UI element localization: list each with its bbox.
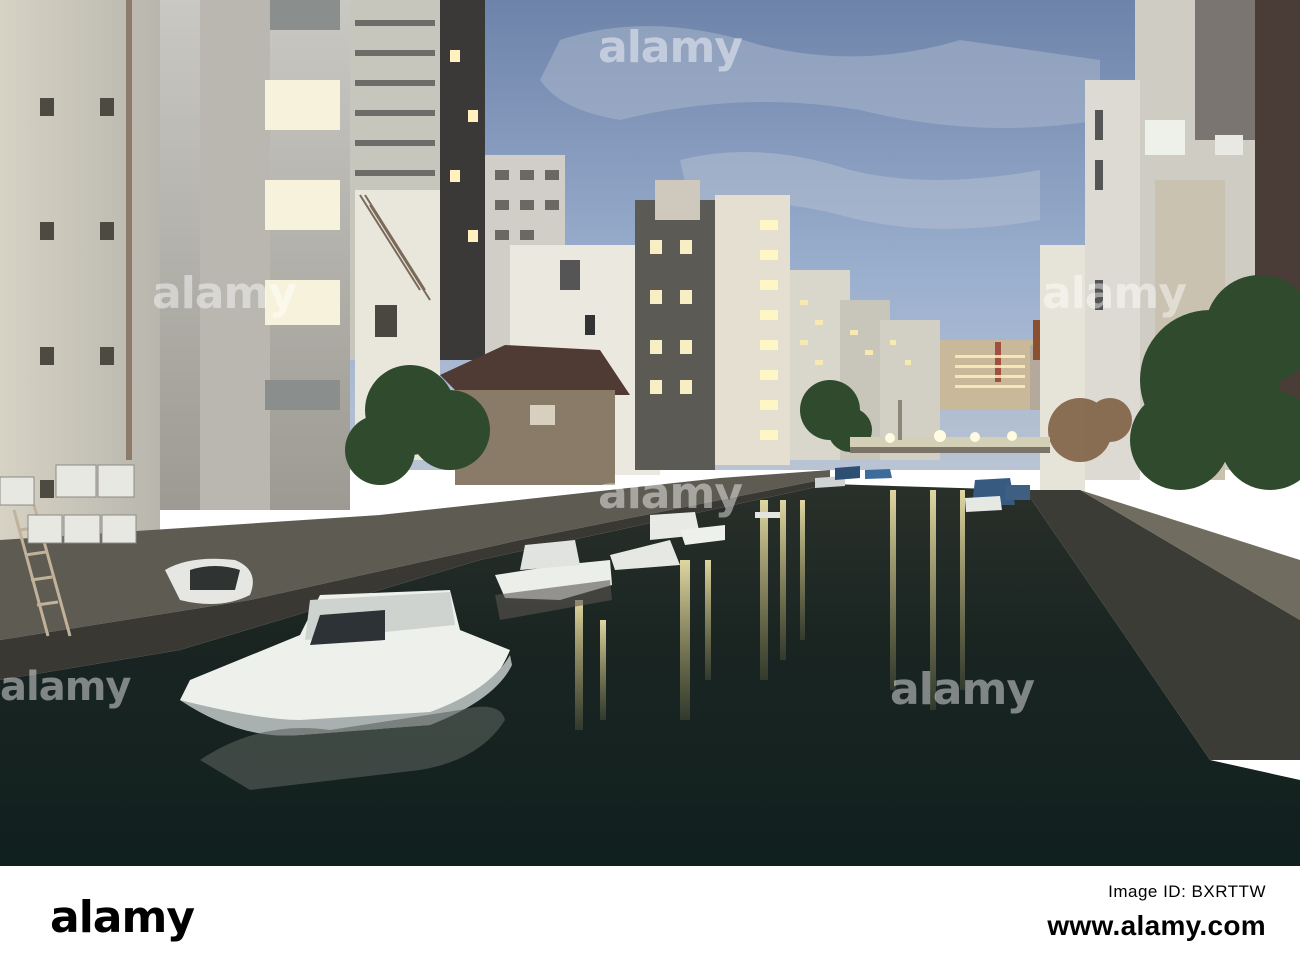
image-id-label: Image ID: BXRTTW — [1108, 882, 1266, 901]
footer-info: Image ID: BXRTTW www.alamy.com — [1047, 882, 1266, 942]
watermark: alamy — [890, 664, 1035, 715]
site-url: www.alamy.com — [1047, 910, 1266, 941]
watermark: alamy — [598, 468, 743, 519]
left-building — [0, 0, 160, 540]
watermark: alamy — [598, 22, 743, 73]
alamy-logo: alamy — [50, 892, 195, 943]
watermark: alamy — [0, 664, 131, 710]
watermark: alamy — [1042, 268, 1187, 319]
canal-night-photo — [0, 0, 1300, 866]
footer-bar: alamy Image ID: BXRTTW www.alamy.com — [0, 866, 1300, 956]
watermark: alamy — [152, 268, 297, 319]
bridge — [850, 437, 1050, 447]
